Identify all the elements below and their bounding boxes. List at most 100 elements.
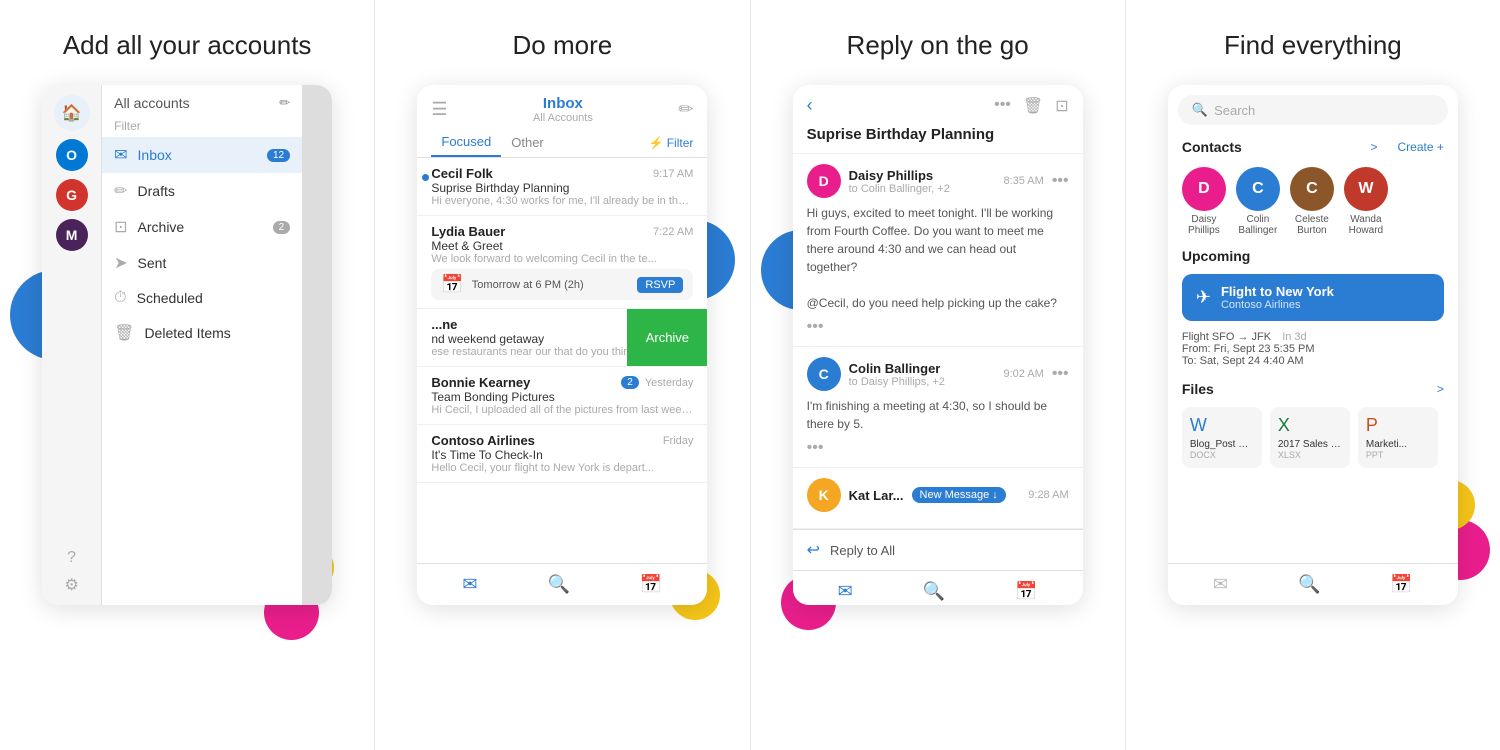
nav-inbox[interactable]: ✉ Inbox 12 — [102, 137, 302, 173]
reply-all-label: Reply to All — [830, 543, 895, 558]
email-preview-0: Hi everyone, 4:30 works for me, I'll alr… — [431, 195, 693, 207]
calendar-nav-icon-4[interactable]: 📅 — [1390, 574, 1412, 595]
mail-icon[interactable]: M — [56, 219, 88, 251]
home-icon[interactable]: 🏠 — [54, 95, 90, 131]
archive-overlay[interactable]: Archive — [627, 309, 707, 366]
s4-nav-bar: ✉ 🔍 📅 — [1168, 563, 1458, 605]
email-subject-1: Meet & Greet — [431, 239, 693, 253]
create-label[interactable]: Create + — [1398, 140, 1444, 154]
flight-card[interactable]: ✈ Flight to New York Contoso Airlines — [1182, 274, 1444, 321]
outlook-icon[interactable]: O — [56, 139, 88, 171]
mail-nav-icon-3[interactable]: ✉ — [838, 581, 853, 602]
s3-body-0: Hi guys, excited to meet tonight. I'll b… — [807, 204, 1069, 312]
nav-scheduled[interactable]: ⏱ Scheduled — [102, 281, 302, 315]
archive-icon: ⊡ — [114, 217, 127, 237]
new-message-badge[interactable]: New Message ↓ — [912, 487, 1006, 503]
nav-sent[interactable]: ➤ Sent — [102, 245, 302, 281]
email-time-0: 9:17 AM — [653, 168, 693, 180]
contact-0[interactable]: D DaisyPhillips — [1182, 167, 1226, 236]
compose-icon[interactable]: ✏ — [279, 95, 290, 111]
email-sender-2: ...ne — [431, 317, 457, 332]
delete-icon[interactable]: 🗑 — [1023, 96, 1043, 116]
s3-time-2: 9:28 AM — [1028, 489, 1068, 501]
search-nav-icon-4[interactable]: 🔍 — [1298, 574, 1320, 595]
files-action[interactable]: > — [1437, 382, 1444, 396]
file-card-1[interactable]: X 2017 Sales Re... XLSX — [1270, 407, 1350, 468]
s3-top-bar: ‹ ••• 🗑 ⊡ — [793, 85, 1083, 126]
calendar-nav-icon[interactable]: 📅 — [640, 574, 662, 595]
help-icon[interactable]: ? — [67, 549, 76, 567]
avatar-0: D — [807, 164, 841, 198]
contacts-chevron[interactable]: > — [1371, 140, 1378, 154]
search-nav-icon[interactable]: 🔍 — [547, 574, 569, 595]
flight-details: Flight SFO → JFK In 3d From: Fri, Sept 2… — [1168, 327, 1458, 371]
email-preview-4: Hello Cecil, your flight to New York is … — [431, 462, 693, 474]
email-sender-4: Contoso Airlines — [431, 433, 535, 448]
compose-icon-2[interactable]: ✏ — [678, 99, 693, 120]
section-title-3: Reply on the go — [847, 30, 1029, 61]
email-badge-3: 2 — [621, 376, 639, 389]
email-item-1[interactable]: Lydia Bauer 7:22 AM Meet & Greet We look… — [417, 216, 707, 309]
s2-header-title: Inbox All Accounts — [533, 95, 593, 124]
search-nav-icon-3[interactable]: 🔍 — [923, 581, 945, 602]
flight-days: In 3d — [1282, 331, 1306, 343]
file-icon-word: W — [1190, 415, 1254, 436]
contact-avatar-1: C — [1236, 167, 1280, 211]
calendar-nav-icon-3[interactable]: 📅 — [1015, 581, 1037, 602]
email-row1-3: Bonnie Kearney 2 Yesterday — [431, 375, 693, 390]
filter-icon: ⚡ — [649, 136, 664, 150]
all-accounts-label: All accounts — [114, 95, 189, 111]
email-item-4[interactable]: Contoso Airlines Friday It's Time To Che… — [417, 425, 707, 483]
email-item-0[interactable]: Cecil Folk 9:17 AM Suprise Birthday Plan… — [417, 158, 707, 216]
s3-msg-header-1: C Colin Ballinger to Daisy Phillips, +2 … — [807, 357, 1069, 391]
s1-main: All accounts ✏ Filter ✉ Inbox 12 ✏ Draft… — [102, 85, 302, 605]
phone-mockup-3: ‹ ••• 🗑 ⊡ Suprise Birthday Planning D Da… — [793, 85, 1083, 605]
nav-archive[interactable]: ⊡ Archive 2 — [102, 209, 302, 245]
contact-1[interactable]: C ColinBallinger — [1236, 167, 1280, 236]
more-icon[interactable]: ••• — [994, 96, 1011, 116]
email-item-3[interactable]: Bonnie Kearney 2 Yesterday Team Bonding … — [417, 367, 707, 425]
s2-filter[interactable]: ⚡ Filter — [649, 136, 694, 150]
nav-deleted[interactable]: 🗑 Deleted Items — [102, 315, 302, 351]
file-card-2[interactable]: P Marketi... PPT — [1358, 407, 1438, 468]
filter-label-2: Filter — [667, 136, 694, 150]
reply-icon: ↩ — [807, 540, 820, 560]
avatar-2: K — [807, 478, 841, 512]
s3-msg-more-0[interactable]: ••• — [1052, 172, 1069, 190]
section-reply: Reply on the go ‹ ••• 🗑 ⊡ Suprise Birthd… — [751, 0, 1126, 750]
file-card-0[interactable]: W Blog_Post Draft DOCX — [1182, 407, 1262, 468]
nav-drafts[interactable]: ✏ Drafts — [102, 173, 302, 209]
main-container: Add all your accounts 🏠 O G M ? ⚙ All ac… — [0, 0, 1500, 750]
s3-msg-more-1[interactable]: ••• — [1052, 365, 1069, 383]
rsvp-button[interactable]: RSVP — [637, 277, 683, 293]
contacts-label: Contacts — [1182, 139, 1242, 155]
s3-message-0: D Daisy Phillips to Colin Ballinger, +2 … — [793, 154, 1083, 347]
filter-label: Filter — [102, 115, 302, 137]
tab-focused[interactable]: Focused — [431, 128, 501, 157]
file-icon-excel: X — [1278, 415, 1342, 436]
avatar-1: C — [807, 357, 841, 391]
mail-nav-icon[interactable]: ✉ — [462, 574, 477, 595]
contact-2[interactable]: C CelesteBurton — [1290, 167, 1334, 236]
email-time-3: Yesterday — [645, 377, 694, 389]
upcoming-label: Upcoming — [1182, 248, 1250, 264]
section-accounts: Add all your accounts 🏠 O G M ? ⚙ All ac… — [0, 0, 375, 750]
search-bar[interactable]: 🔍 Search — [1178, 95, 1448, 125]
hamburger-icon[interactable]: ☰ — [431, 99, 447, 120]
phone-mockup-1: 🏠 O G M ? ⚙ All accounts ✏ Filter — [42, 85, 332, 605]
settings-icon[interactable]: ⚙ — [64, 575, 78, 595]
contact-3[interactable]: W WandaHoward — [1344, 167, 1388, 236]
email-row1-1: Lydia Bauer 7:22 AM — [431, 224, 693, 239]
move-icon[interactable]: ⊡ — [1055, 96, 1068, 116]
s3-reply-bar[interactable]: ↩ Reply to All — [793, 529, 1083, 570]
google-icon[interactable]: G — [56, 179, 88, 211]
tab-other[interactable]: Other — [501, 129, 554, 156]
email-item-2[interactable]: ...ne Yesterday nd weekend getaway ese r… — [417, 309, 707, 367]
flight-from: From: Fri, Sept 23 5:35 PM — [1182, 343, 1315, 355]
mail-nav-icon-4[interactable]: ✉ — [1213, 574, 1228, 595]
s3-sender-2: Kat Lar... — [849, 488, 904, 503]
back-icon[interactable]: ‹ — [807, 95, 813, 116]
s2-tabs: Focused Other ⚡ Filter — [417, 128, 707, 158]
flight-subtitle: Contoso Airlines — [1221, 299, 1334, 311]
email-row1-4: Contoso Airlines Friday — [431, 433, 693, 448]
